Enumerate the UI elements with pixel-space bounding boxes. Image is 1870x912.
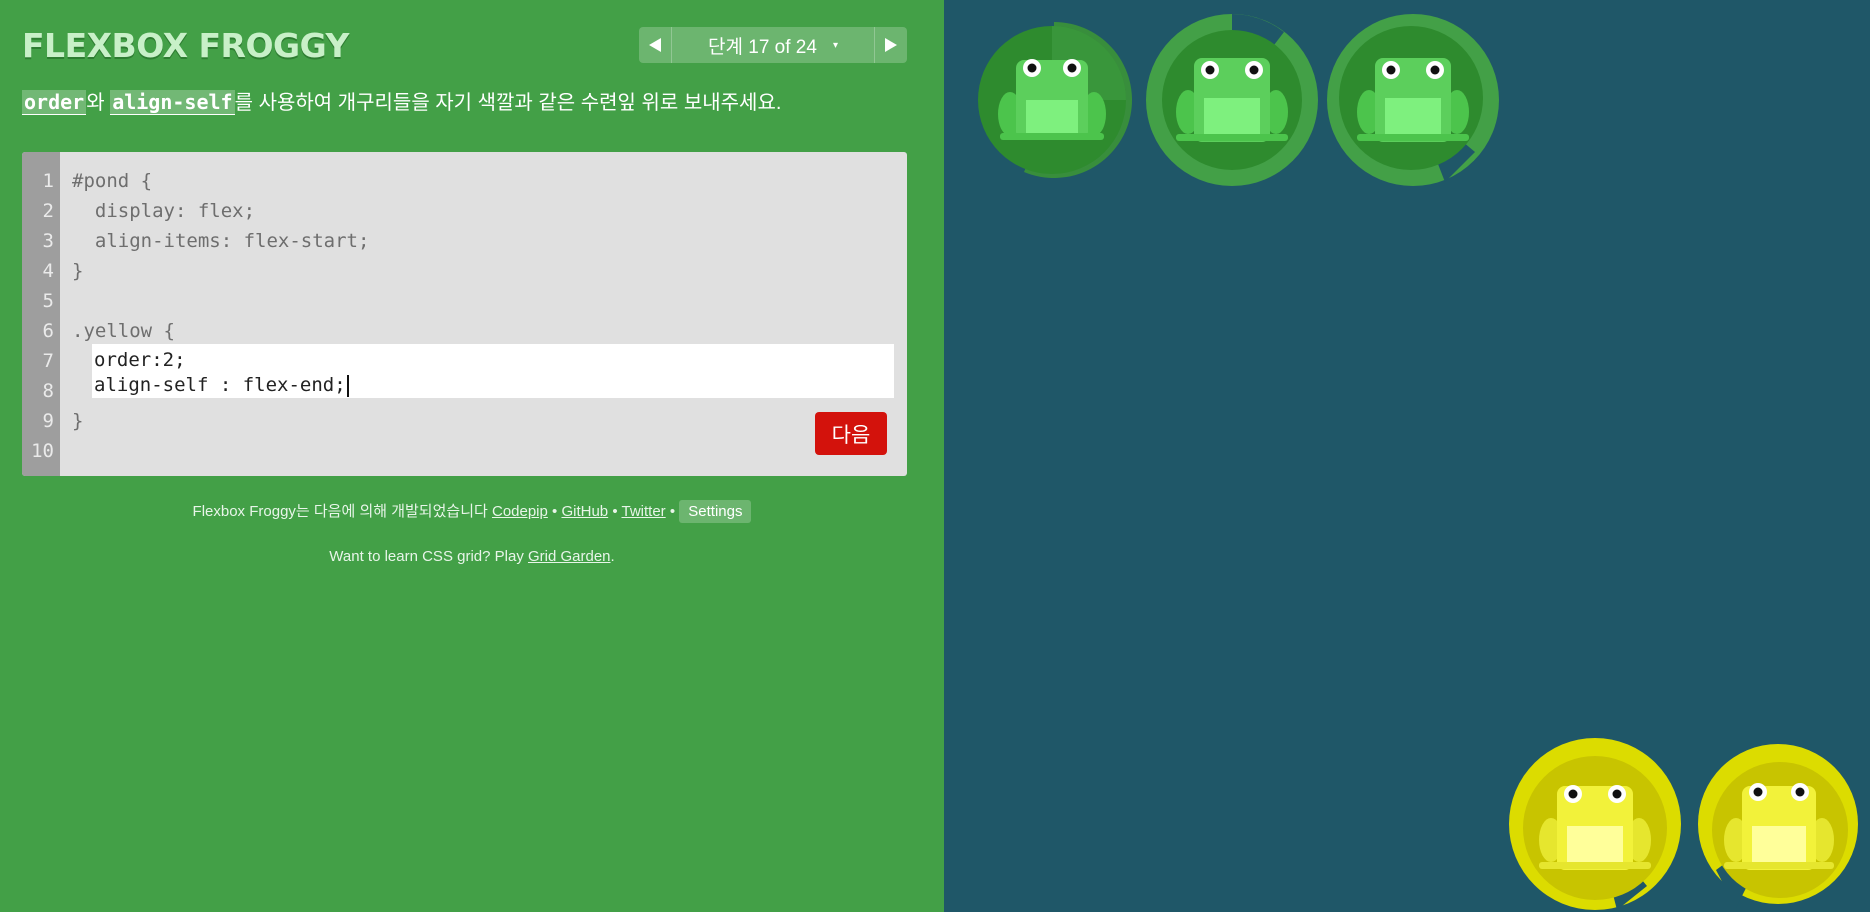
line-number: 1 bbox=[42, 170, 54, 192]
line-number: 10 bbox=[31, 440, 54, 462]
instructions: order 와 align-self 를 사용하여 개구리들을 자기 색깔과 같은 … bbox=[22, 86, 781, 115]
frog-on-lilypad-green bbox=[978, 22, 1132, 179]
instruction-text: 를 사용하여 개구리들을 자기 색깔과 같은 수련잎 위로 보내주세요. bbox=[234, 92, 782, 114]
credits: Flexbox Froggy는 다음에 의해 개발되었습니다 Codepip •… bbox=[0, 500, 944, 523]
caret-down-icon: ▾ bbox=[832, 39, 838, 51]
instruction-connector: 와 bbox=[86, 92, 111, 114]
code-line: #pond { bbox=[72, 170, 153, 192]
line-number: 2 bbox=[42, 200, 54, 222]
text-cursor bbox=[346, 374, 349, 397]
level-navigation: 단계 17 of 24 ▾ bbox=[639, 27, 907, 63]
grid-promo-text: Want to learn CSS grid? Play bbox=[329, 548, 528, 565]
instruction-code-align-self: align-self bbox=[110, 90, 235, 115]
github-link[interactable]: GitHub bbox=[561, 503, 608, 520]
next-level-nav-button[interactable] bbox=[874, 27, 907, 63]
separator: • bbox=[547, 503, 562, 520]
grid-promo-suffix: . bbox=[610, 548, 615, 565]
triangle-left-icon bbox=[649, 38, 661, 52]
code-line: display: flex; bbox=[72, 200, 256, 222]
line-number-gutter: 1 2 3 4 5 6 7 8 9 10 bbox=[22, 152, 60, 476]
input-line[interactable]: align-self : flex-end; bbox=[94, 374, 349, 397]
code-line: align-items: flex-start; bbox=[72, 230, 370, 252]
grid-garden-promo: Want to learn CSS grid? Play Grid Garden… bbox=[0, 548, 944, 565]
sidebar: FLEXBOX FROGGY 단계 17 of 24 ▾ order 와 alig… bbox=[0, 0, 944, 912]
credits-prefix: Flexbox Froggy는 다음에 의해 개발되었습니다 bbox=[192, 503, 492, 520]
triangle-right-icon bbox=[885, 38, 897, 52]
input-line[interactable]: order:2; bbox=[94, 349, 186, 371]
frog-on-lilypad-yellow bbox=[1698, 744, 1858, 908]
instruction-code-order: order bbox=[22, 90, 87, 115]
twitter-link[interactable]: Twitter bbox=[621, 503, 665, 520]
line-number: 6 bbox=[42, 320, 54, 342]
code-line: .yellow { bbox=[72, 320, 175, 342]
code-line: } bbox=[72, 260, 84, 282]
input-line-text: align-self : flex-end; bbox=[94, 374, 346, 396]
app-title: FLEXBOX FROGGY bbox=[22, 26, 349, 65]
frog-on-lilypad-green bbox=[1327, 14, 1499, 186]
app-root: FLEXBOX FROGGY 단계 17 of 24 ▾ order 와 alig… bbox=[0, 0, 1870, 912]
frog-on-lilypad-yellow bbox=[1509, 738, 1681, 910]
next-button[interactable]: 다음 bbox=[815, 412, 887, 455]
line-number: 4 bbox=[42, 260, 54, 282]
previous-level-button[interactable] bbox=[639, 27, 672, 63]
line-number: 3 bbox=[42, 230, 54, 252]
line-number: 5 bbox=[42, 290, 54, 312]
grid-garden-link[interactable]: Grid Garden bbox=[528, 548, 611, 565]
pond bbox=[944, 0, 1870, 912]
code-line: } bbox=[72, 410, 84, 432]
settings-button[interactable]: Settings bbox=[679, 500, 752, 523]
codepip-link[interactable]: Codepip bbox=[492, 503, 548, 520]
separator: • bbox=[665, 503, 680, 520]
frog-on-lilypad-green bbox=[1146, 14, 1318, 186]
code-editor: 1 2 3 4 5 6 7 8 9 10 #pond { display: fl… bbox=[22, 152, 907, 476]
line-number: 8 bbox=[42, 380, 54, 402]
line-number: 7 bbox=[42, 350, 54, 372]
level-label: 단계 17 of 24 bbox=[708, 36, 817, 58]
line-number: 9 bbox=[42, 410, 54, 432]
level-indicator-dropdown[interactable]: 단계 17 of 24 ▾ bbox=[672, 32, 874, 59]
separator: • bbox=[608, 503, 622, 520]
